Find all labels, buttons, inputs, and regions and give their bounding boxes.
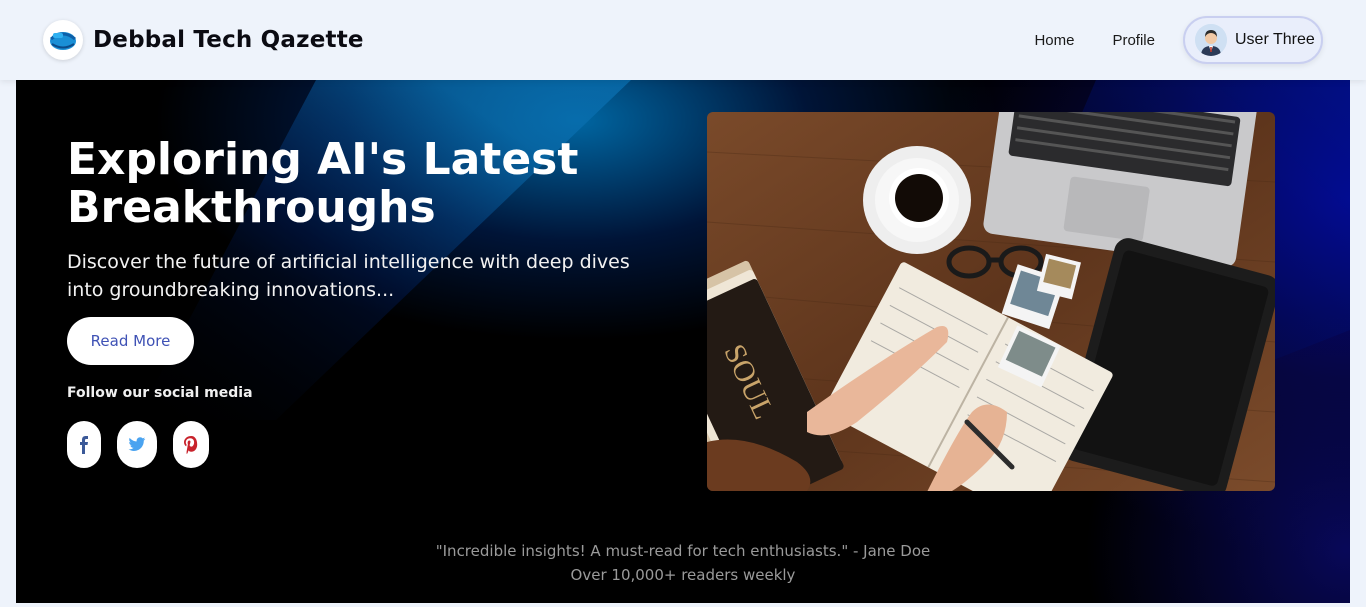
brand-name[interactable]: Debbal Tech Qazette [93,27,364,53]
nav-link-profile[interactable]: Profile [1112,32,1155,49]
pinterest-icon [184,435,198,454]
pinterest-button[interactable] [173,421,209,468]
follow-label: Follow our social media [67,385,253,401]
user-avatar-icon [1195,24,1227,56]
twitter-button[interactable] [117,421,157,468]
hero-section: Exploring AI's Latest Breakthroughs Disc… [16,80,1350,603]
facebook-icon [80,435,88,454]
globe-logo-icon[interactable] [43,20,83,60]
read-more-button[interactable]: Read More [67,317,194,365]
nav-links: Home Profile User Three [1034,16,1323,64]
twitter-icon [128,437,146,451]
desk-workspace-photo: SOUL [707,112,1275,491]
user-name: User Three [1235,31,1315,48]
top-navbar: Debbal Tech Qazette Home Profile User Th… [0,0,1366,80]
user-menu-button[interactable]: User Three [1183,16,1323,64]
brand[interactable]: Debbal Tech Qazette [43,20,364,60]
hero-subtitle: Discover the future of artificial intell… [67,251,630,301]
nav-link-home[interactable]: Home [1034,32,1074,49]
testimonial-quote: "Incredible insights! A must-read for te… [435,542,931,560]
hero-title: Exploring AI's Latest Breakthroughs [67,134,579,233]
readers-count: Over 10,000+ readers weekly [570,566,796,584]
facebook-button[interactable] [67,421,101,468]
